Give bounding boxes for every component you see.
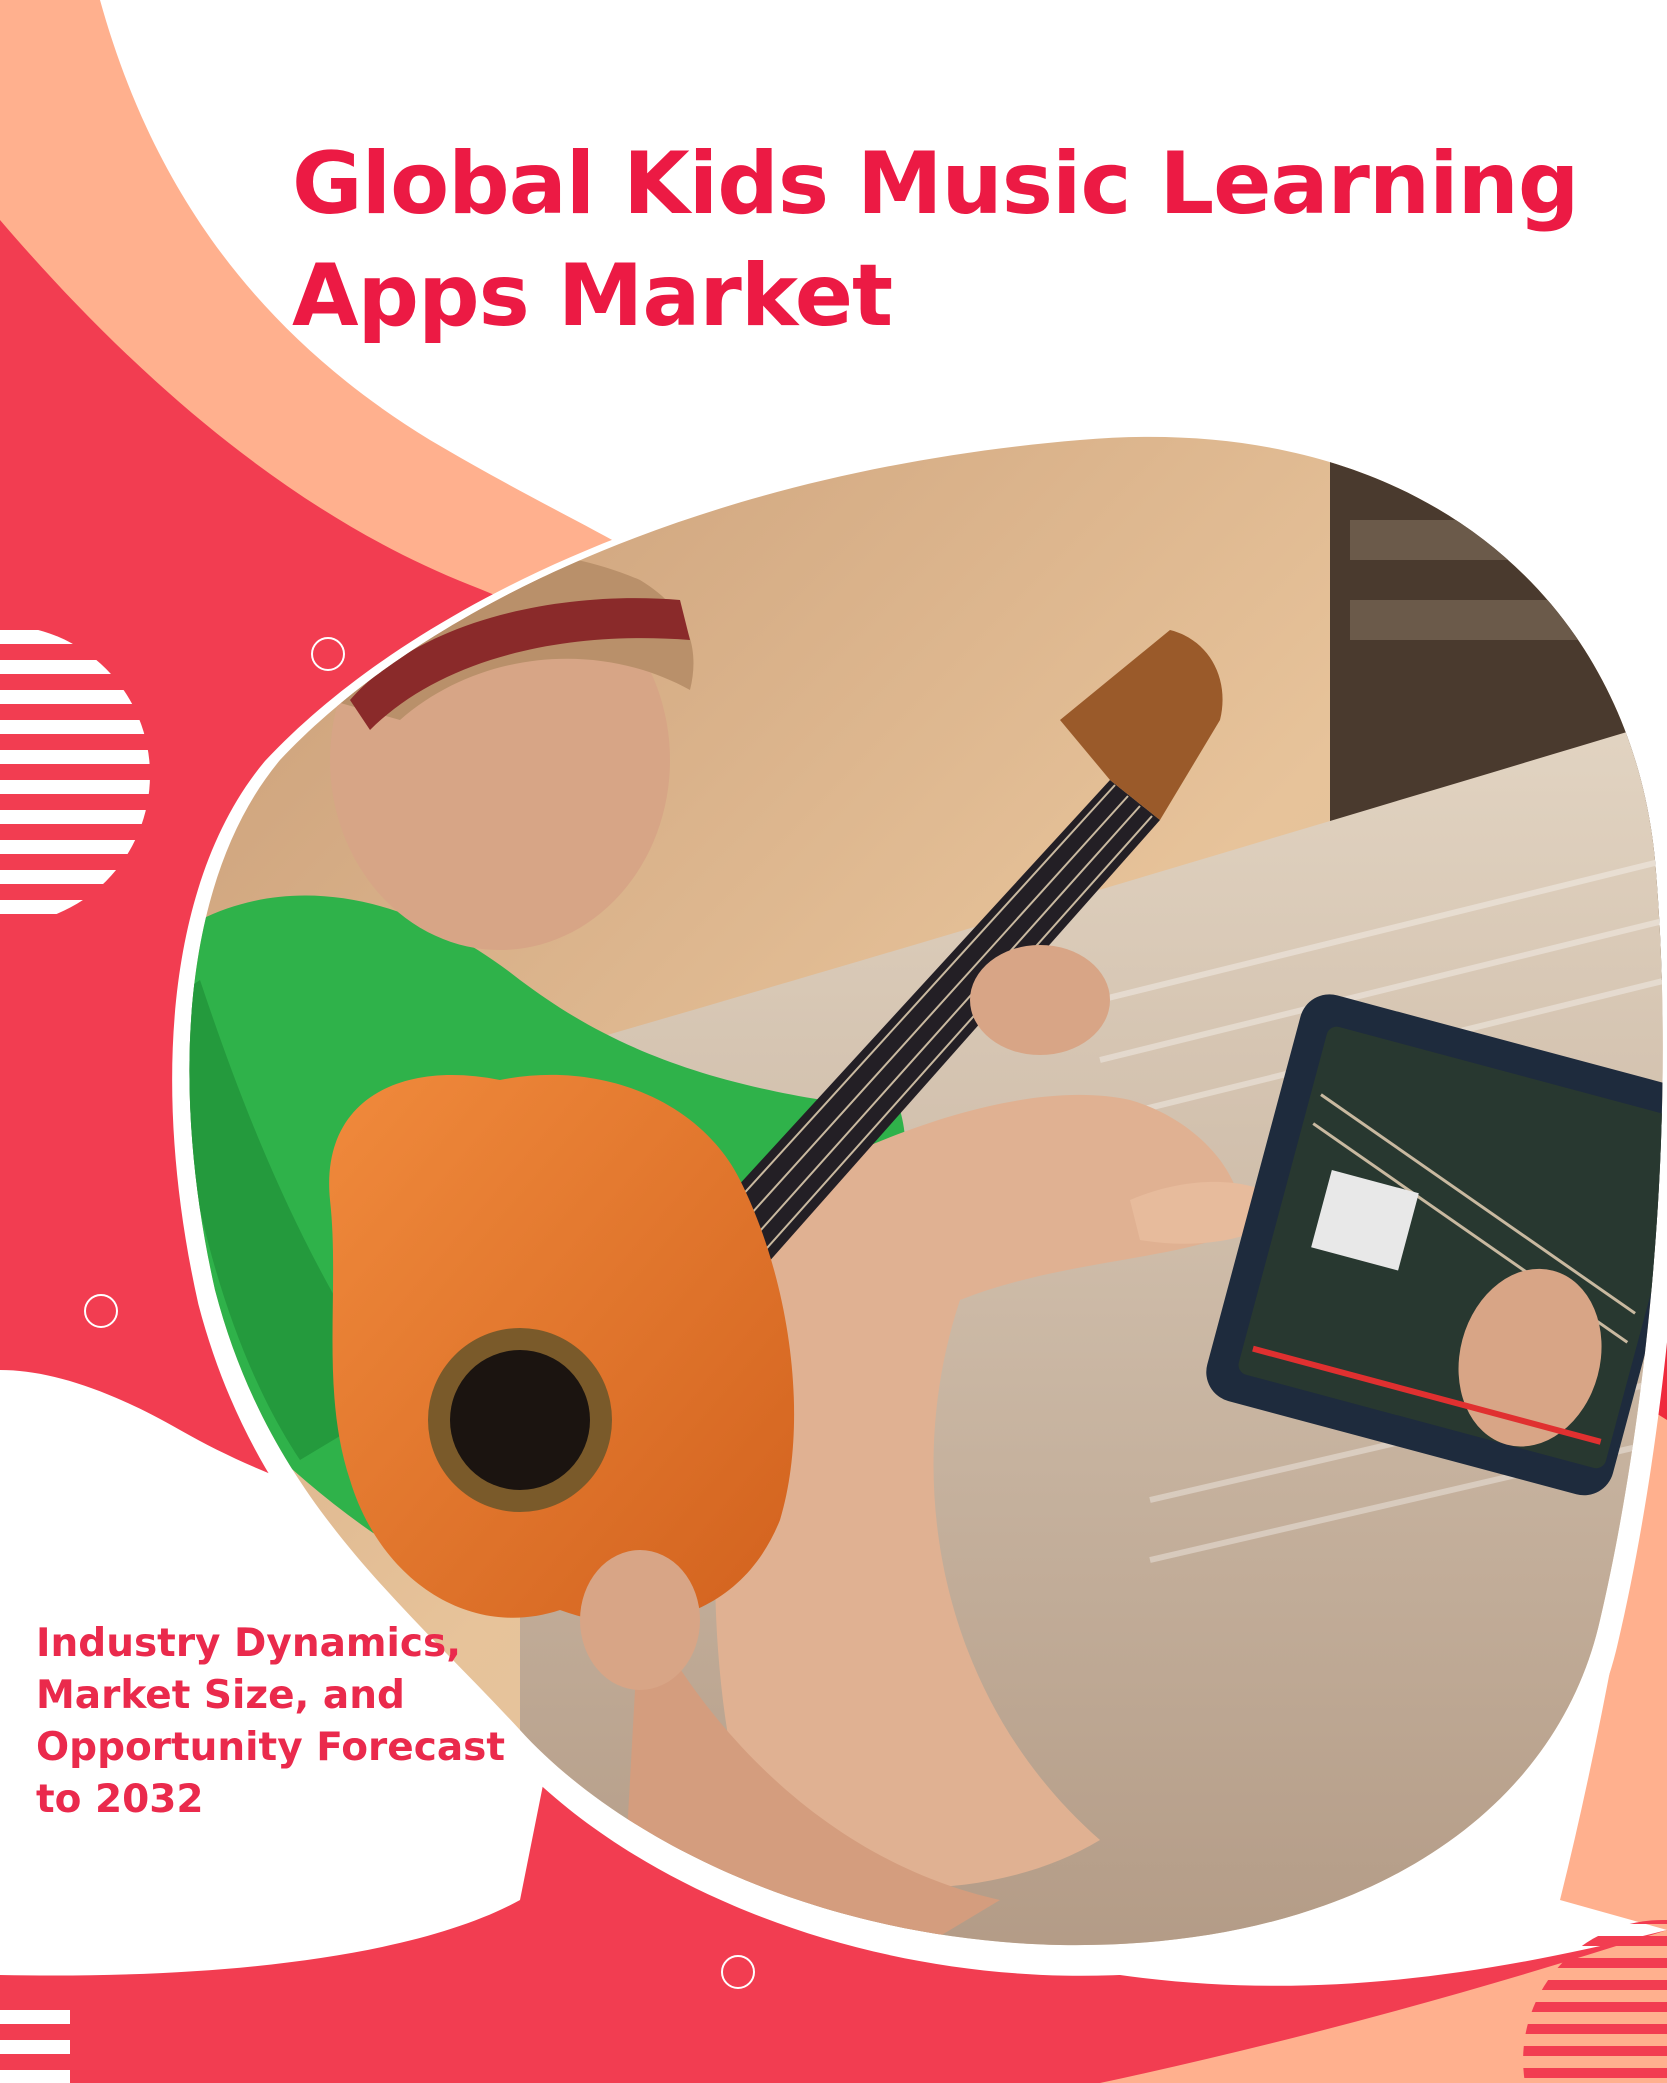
subtitle-line-1: Industry Dynamics, (36, 1621, 462, 1666)
title-line-2: Apps Market (292, 246, 893, 346)
report-subtitle: Industry Dynamics, Market Size, and Oppo… (36, 1618, 596, 1826)
stripes-bottom-left (0, 2010, 70, 2083)
subtitle-line-4: to 2032 (36, 1777, 204, 1822)
report-title: Global Kids Music Learning Apps Market (292, 128, 1632, 352)
title-line-1: Global Kids Music Learning (292, 134, 1579, 234)
subtitle-line-2: Market Size, and (36, 1673, 405, 1718)
subtitle-line-3: Opportunity Forecast (36, 1725, 506, 1770)
